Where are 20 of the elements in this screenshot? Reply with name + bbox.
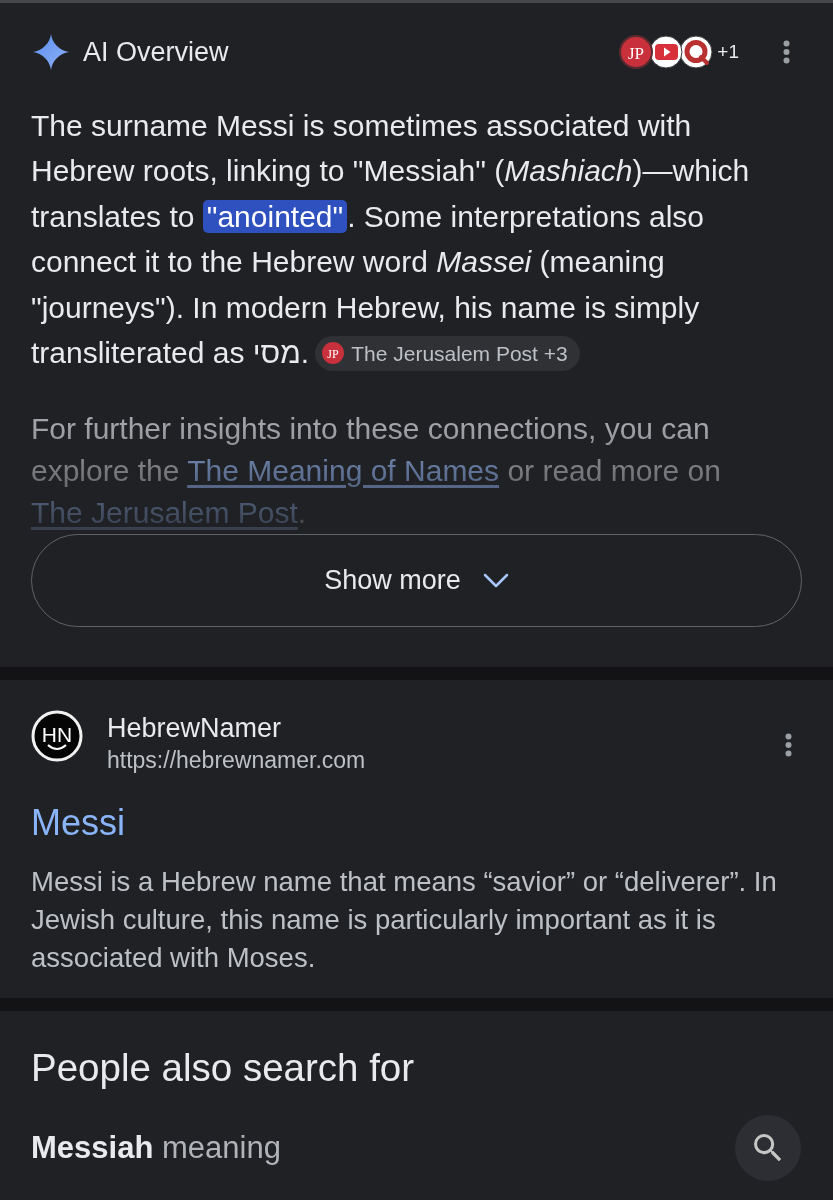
jp-logo-icon: JP: [322, 342, 345, 365]
sparkle-icon: [33, 34, 69, 70]
more-options-icon[interactable]: [785, 733, 792, 758]
ring-logo-icon[interactable]: [679, 35, 714, 69]
jp-logo-icon[interactable]: JP: [619, 35, 654, 69]
related-search-link[interactable]: Messiah meaning: [31, 1130, 281, 1167]
result-title-link[interactable]: Messi: [31, 800, 125, 847]
site-name: HebrewNamer: [107, 713, 283, 744]
result-snippet: Messi is a Hebrew name that means “savior” or “deliverer”. In Jewish culture, this name is particularly important as it is associated with Moses.: [31, 865, 778, 976]
section-title: AI Overview: [83, 36, 229, 68]
more-options-icon[interactable]: [783, 40, 790, 64]
play-logo-icon[interactable]: [649, 35, 684, 69]
overview-paragraph: For further insights into these connections, you can explore the The Meaning of Names or read more on The Jerusalem Post.: [31, 411, 722, 532]
site-logo-icon: HN: [31, 710, 83, 763]
section-heading: People also search for: [31, 1045, 416, 1092]
citation-chip[interactable]: JP The Jerusalem Post +3: [315, 335, 580, 371]
search-icon: [754, 1134, 782, 1163]
chevron-down-icon: [482, 573, 509, 589]
more-sources-count[interactable]: +1: [717, 41, 739, 63]
site-url: https://hebrewnamer.com: [107, 746, 366, 776]
